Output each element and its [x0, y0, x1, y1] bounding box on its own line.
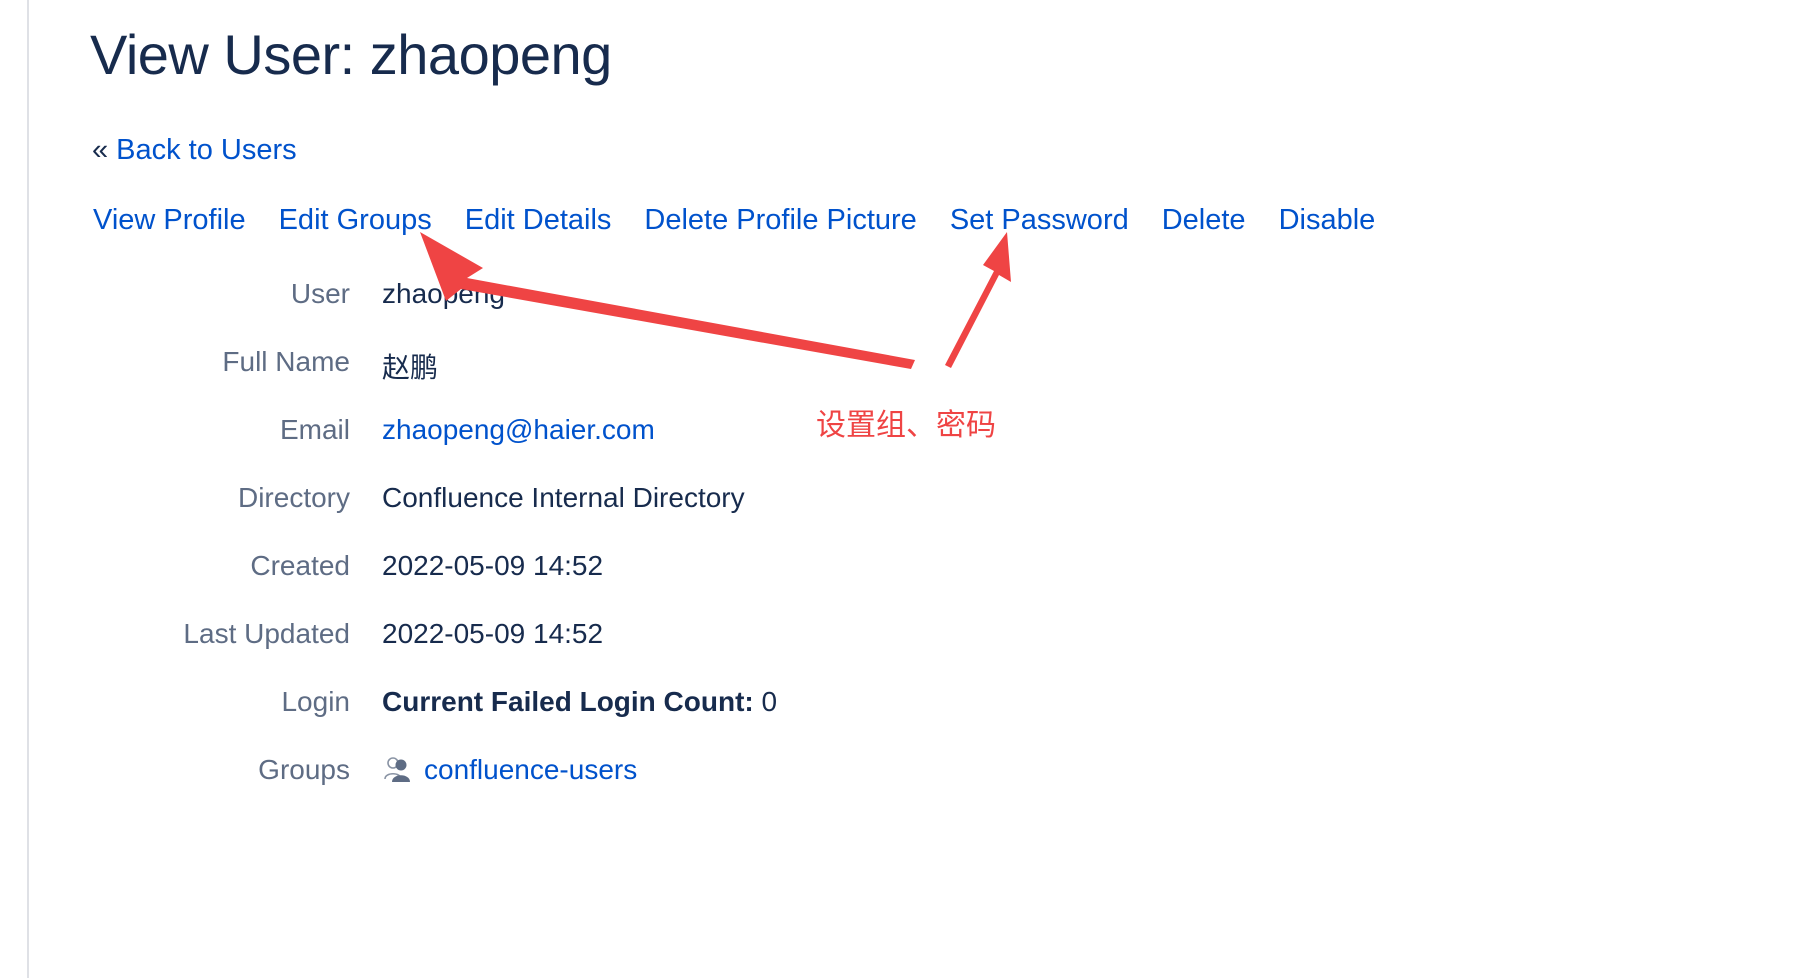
email-link[interactable]: zhaopeng@haier.com	[382, 414, 655, 446]
group-icon	[384, 757, 410, 782]
back-to-users-link[interactable]: Back to Users	[116, 134, 297, 166]
user-value: zhaopeng	[382, 278, 506, 309]
back-chevron-icon: «	[92, 134, 109, 166]
user-label: User	[290, 278, 350, 309]
delete-user-link[interactable]: Delete	[1162, 204, 1246, 237]
failed-login-count-key: Current Failed Login Count:	[382, 686, 754, 717]
detail-row-groups: Groups confluence-users	[0, 754, 900, 794]
detail-row-last-updated: Last Updated 2022-05-09 14:52	[0, 618, 900, 658]
login-value: Current Failed Login Count: 0	[382, 686, 777, 718]
delete-profile-picture-link[interactable]: Delete Profile Picture	[644, 204, 916, 237]
detail-row-user: User zhaopeng	[0, 278, 900, 318]
created-value: 2022-05-09 14:52	[382, 550, 604, 581]
email-label: Email	[279, 414, 350, 445]
last-updated-value: 2022-05-09 14:52	[382, 618, 604, 649]
user-actions-bar: View Profile Edit Groups Edit Details De…	[93, 204, 1375, 237]
edit-groups-link[interactable]: Edit Groups	[279, 204, 432, 237]
page-title: View User: zhaopeng	[90, 23, 612, 86]
set-password-link[interactable]: Set Password	[950, 204, 1129, 237]
group-confluence-users-link[interactable]: confluence-users	[424, 754, 637, 785]
directory-value: Confluence Internal Directory	[382, 482, 745, 513]
disable-user-link[interactable]: Disable	[1279, 204, 1376, 237]
view-profile-link[interactable]: View Profile	[93, 204, 246, 237]
detail-row-full-name: Full Name 赵鹏	[0, 346, 900, 386]
created-label: Created	[250, 550, 350, 581]
detail-row-email: Email zhaopeng@haier.com	[0, 414, 900, 454]
arrow-to-set-password	[945, 232, 1011, 368]
edit-details-link[interactable]: Edit Details	[465, 204, 612, 237]
full-name-value: 赵鹏	[382, 352, 439, 383]
groups-value: confluence-users	[382, 754, 637, 786]
groups-label: Groups	[258, 754, 350, 785]
login-label: Login	[281, 686, 350, 717]
directory-label: Directory	[237, 482, 350, 513]
detail-row-created: Created 2022-05-09 14:52	[0, 550, 900, 590]
full-name-label: Full Name	[222, 346, 350, 377]
annotation-note: 设置组、密码	[816, 408, 996, 443]
back-navigation: «Back to Users	[92, 134, 297, 167]
last-updated-label: Last Updated	[183, 618, 350, 649]
detail-row-login: Login Current Failed Login Count: 0	[0, 686, 900, 726]
failed-login-count-value: 0	[761, 686, 778, 717]
detail-row-directory: Directory Confluence Internal Directory	[0, 482, 900, 522]
